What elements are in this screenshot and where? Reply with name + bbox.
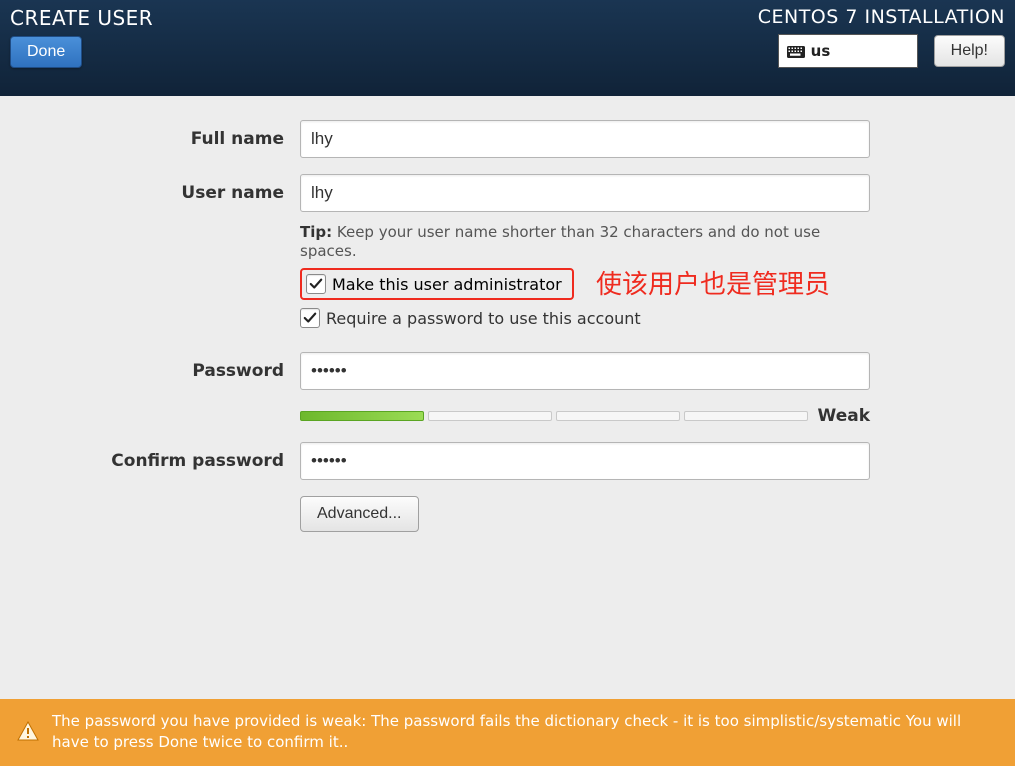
strength-segment-3 [556, 411, 680, 421]
require-password-row: Require a password to use this account [300, 308, 870, 328]
row-password: Password [0, 352, 1015, 390]
password-input[interactable] [300, 352, 870, 390]
make-admin-checkbox[interactable] [306, 274, 326, 294]
warning-icon [16, 720, 40, 744]
strength-segment-2 [428, 411, 552, 421]
keyboard-layout-label: us [811, 42, 831, 60]
strength-label: Weak [818, 406, 870, 426]
keyboard-layout-indicator[interactable]: us [778, 34, 918, 68]
confirm-password-label: Confirm password [0, 451, 300, 471]
keyboard-icon [787, 44, 805, 58]
annotation-text: 使该用户也是管理员 [596, 264, 830, 301]
row-user-name: User name [0, 174, 1015, 212]
strength-bar [300, 411, 808, 421]
password-label: Password [0, 361, 300, 381]
user-name-label: User name [0, 183, 300, 203]
make-admin-highlight: Make this user administrator [300, 268, 574, 300]
strength-segment-1 [300, 411, 424, 421]
help-button[interactable]: Help! [934, 35, 1005, 67]
row-tip: Tip: Keep your user name shorter than 32… [0, 222, 1015, 260]
password-strength-meter: Weak [300, 406, 870, 426]
warning-message: The password you have provided is weak: … [52, 711, 999, 755]
tip-text: Tip: Keep your user name shorter than 32… [300, 223, 820, 260]
row-advanced: Advanced... [0, 496, 1015, 532]
row-make-admin: Make this user administrator 使该用户也是管理员 [0, 268, 1015, 300]
install-title: CENTOS 7 INSTALLATION [758, 6, 1005, 28]
row-full-name: Full name [0, 120, 1015, 158]
done-button[interactable]: Done [10, 36, 82, 68]
row-require-password: Require a password to use this account [0, 308, 1015, 336]
full-name-label: Full name [0, 129, 300, 149]
require-password-label: Require a password to use this account [326, 309, 641, 328]
confirm-password-input[interactable] [300, 442, 870, 480]
header-right-row: us Help! [778, 34, 1005, 68]
make-admin-label: Make this user administrator [332, 275, 562, 294]
page-title: CREATE USER [10, 6, 153, 30]
require-password-checkbox[interactable] [300, 308, 320, 328]
header-left: CREATE USER Done [10, 6, 153, 86]
full-name-input[interactable] [300, 120, 870, 158]
warning-bar: The password you have provided is weak: … [0, 699, 1015, 766]
row-confirm-password: Confirm password [0, 442, 1015, 480]
strength-segment-4 [684, 411, 808, 421]
header-right: CENTOS 7 INSTALLATION us Help! [758, 6, 1005, 86]
tip-lead: Tip: [300, 223, 332, 241]
user-name-input[interactable] [300, 174, 870, 212]
row-strength: Weak [0, 406, 1015, 426]
tip-body: Keep your user name shorter than 32 char… [300, 223, 820, 260]
form-area: Full name User name Tip: Keep your user … [0, 96, 1015, 532]
advanced-button[interactable]: Advanced... [300, 496, 419, 532]
header-bar: CREATE USER Done CENTOS 7 INSTALLATION u… [0, 0, 1015, 96]
